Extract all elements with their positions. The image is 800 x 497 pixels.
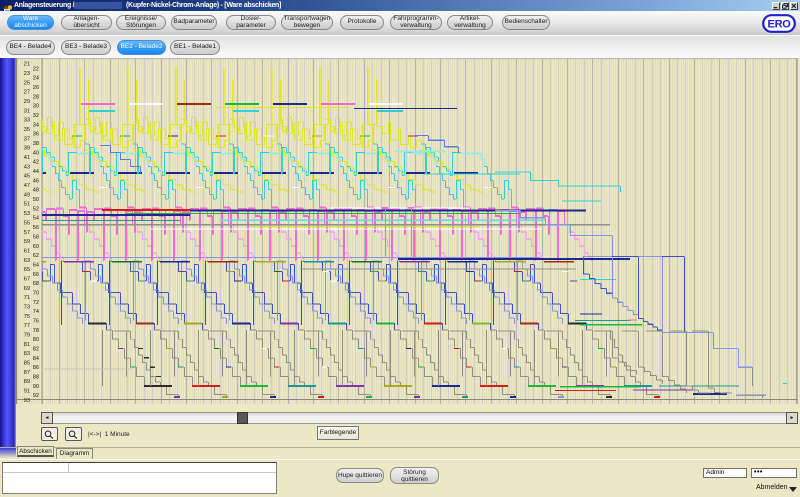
svg-text:67: 67 (24, 277, 30, 283)
svg-text:51: 51 (24, 202, 30, 208)
svg-text:22: 22 (33, 66, 39, 72)
svg-text:50: 50 (33, 197, 39, 203)
svg-text:23: 23 (24, 71, 30, 77)
svg-text:47: 47 (24, 183, 30, 189)
svg-text:87: 87 (24, 370, 30, 376)
svg-text:52: 52 (33, 206, 39, 212)
svg-text:93: 93 (24, 398, 30, 404)
svg-text:88: 88 (33, 375, 39, 381)
svg-text:63: 63 (24, 258, 30, 264)
svg-text:74: 74 (33, 309, 39, 315)
svg-text:70: 70 (33, 291, 39, 297)
svg-text:34: 34 (33, 122, 39, 128)
svg-text:78: 78 (33, 328, 39, 334)
svg-text:45: 45 (24, 174, 30, 180)
svg-text:82: 82 (33, 347, 39, 353)
svg-text:68: 68 (33, 281, 39, 287)
svg-text:72: 72 (33, 300, 39, 306)
svg-text:84: 84 (33, 356, 39, 362)
svg-text:48: 48 (33, 188, 39, 194)
svg-text:83: 83 (24, 351, 30, 357)
svg-text:86: 86 (33, 365, 39, 371)
svg-text:42: 42 (33, 160, 39, 166)
svg-text:92: 92 (33, 393, 39, 399)
svg-text:58: 58 (33, 234, 39, 240)
svg-text:62: 62 (33, 253, 39, 259)
svg-text:30: 30 (33, 104, 39, 110)
svg-text:64: 64 (33, 262, 39, 268)
svg-text:36: 36 (33, 132, 39, 138)
svg-text:81: 81 (24, 342, 30, 348)
svg-text:73: 73 (24, 305, 30, 311)
svg-text:28: 28 (33, 94, 39, 100)
svg-text:56: 56 (33, 225, 39, 231)
svg-text:75: 75 (24, 314, 30, 320)
svg-text:61: 61 (24, 248, 30, 254)
svg-text:33: 33 (24, 118, 30, 124)
svg-text:44: 44 (33, 169, 39, 175)
svg-text:26: 26 (33, 85, 39, 91)
svg-text:ERO: ERO (768, 19, 792, 31)
svg-text:21: 21 (24, 62, 30, 68)
svg-text:38: 38 (33, 141, 39, 147)
svg-text:25: 25 (24, 80, 30, 86)
svg-text:91: 91 (24, 389, 30, 395)
svg-text:46: 46 (33, 178, 39, 184)
svg-text:69: 69 (24, 286, 30, 292)
svg-text:77: 77 (24, 323, 30, 329)
svg-text:57: 57 (24, 230, 30, 236)
svg-text:53: 53 (24, 211, 30, 217)
svg-text:65: 65 (24, 267, 30, 273)
svg-text:76: 76 (33, 319, 39, 325)
svg-text:71: 71 (24, 295, 30, 301)
svg-text:35: 35 (24, 127, 30, 133)
svg-text:29: 29 (24, 99, 30, 105)
svg-text:66: 66 (33, 272, 39, 278)
svg-text:32: 32 (33, 113, 39, 119)
svg-text:24: 24 (33, 76, 39, 82)
svg-text:89: 89 (24, 379, 30, 385)
svg-text:85: 85 (24, 361, 30, 367)
svg-text:27: 27 (24, 90, 30, 96)
svg-text:39: 39 (24, 146, 30, 152)
svg-text:41: 41 (24, 155, 30, 161)
svg-text:31: 31 (24, 108, 30, 114)
svg-text:54: 54 (33, 216, 39, 222)
svg-text:59: 59 (24, 239, 30, 245)
svg-text:37: 37 (24, 136, 30, 142)
svg-text:40: 40 (33, 150, 39, 156)
svg-text:80: 80 (33, 337, 39, 343)
svg-text:90: 90 (33, 384, 39, 390)
svg-text:79: 79 (24, 333, 30, 339)
svg-text:49: 49 (24, 192, 30, 198)
svg-text:60: 60 (33, 244, 39, 250)
svg-text:55: 55 (24, 220, 30, 226)
svg-text:43: 43 (24, 164, 30, 170)
